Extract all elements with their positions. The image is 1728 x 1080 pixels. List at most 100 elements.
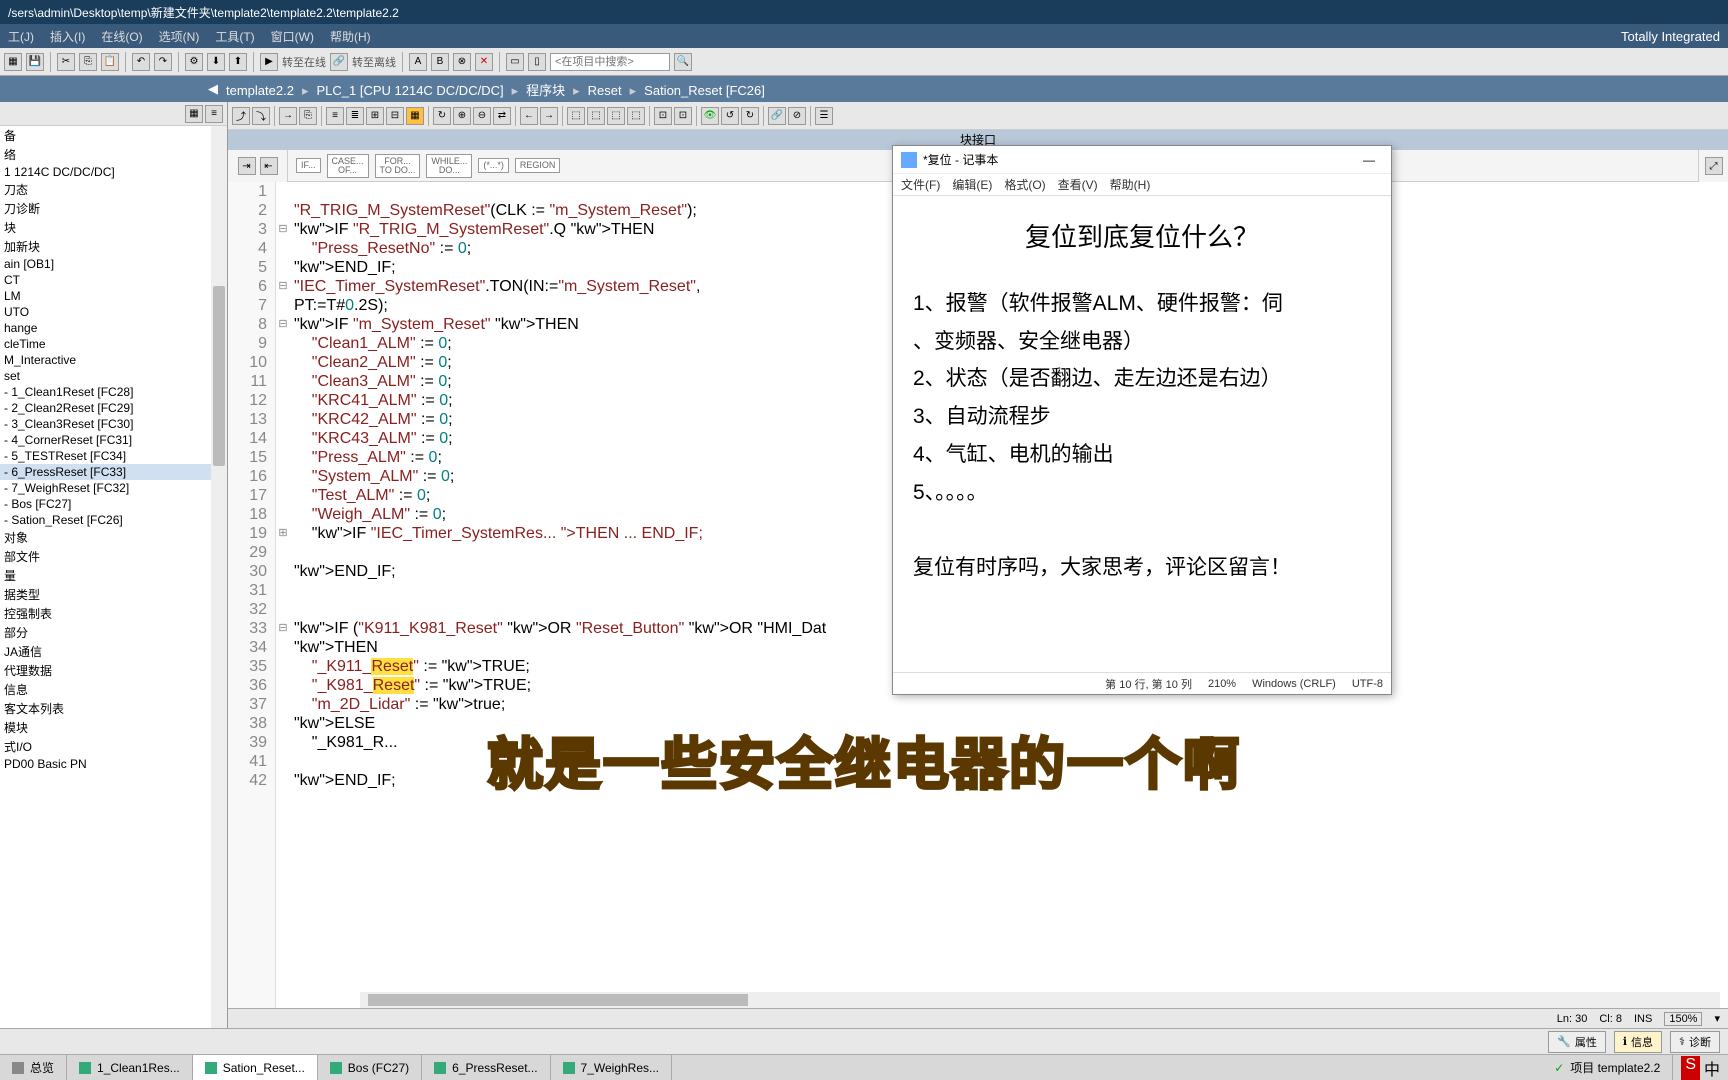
ed-icon[interactable]: ⬚ <box>627 107 645 125</box>
ed-icon[interactable]: ↻ <box>433 107 451 125</box>
menu-item[interactable]: 插入(I) <box>50 28 85 45</box>
tree-item[interactable]: hange <box>0 320 227 336</box>
save-icon[interactable]: 💾 <box>26 53 44 71</box>
scroll-thumb[interactable] <box>368 994 748 1006</box>
bottom-tab[interactable]: 6_PressReset... <box>422 1055 550 1080</box>
goto-offline-button[interactable]: 转至离线 <box>352 54 396 70</box>
redo-icon[interactable]: ↷ <box>154 53 172 71</box>
tree-item[interactable]: 控强制表 <box>0 604 227 623</box>
tree-item[interactable]: set <box>0 368 227 384</box>
split-h-icon[interactable]: ▭ <box>506 53 524 71</box>
ime-lang[interactable]: 中 <box>1704 1056 1720 1080</box>
tree-list-icon[interactable]: ≡ <box>205 105 223 123</box>
outdent-icon[interactable]: ⇤ <box>260 157 278 175</box>
fold-column[interactable]: ⊟⊟⊟⊞⊟ <box>276 182 290 1028</box>
notepad-menu-item[interactable]: 编辑(E) <box>952 176 992 193</box>
keyword-snippet[interactable]: REGION <box>515 158 561 173</box>
ed-icon[interactable]: ⬚ <box>567 107 585 125</box>
tree-item[interactable]: cleTime <box>0 336 227 352</box>
scroll-thumb[interactable] <box>213 286 225 466</box>
ed-icon[interactable]: ⊘ <box>788 107 806 125</box>
tool-d-icon[interactable]: ✕ <box>475 53 493 71</box>
tool-a-icon[interactable]: A <box>409 53 427 71</box>
sim-icon[interactable]: ▶ <box>260 53 278 71</box>
bottom-tab[interactable]: 7_WeighRes... <box>551 1055 673 1080</box>
goto-online-button[interactable]: 转至在线 <box>282 54 326 70</box>
tree-item[interactable]: - 6_PressReset [FC33] <box>0 464 227 480</box>
tree-item[interactable]: 络 <box>0 145 227 164</box>
tree-item[interactable]: 1 1214C DC/DC/DC] <box>0 164 227 180</box>
ed-icon[interactable]: ⊖ <box>473 107 491 125</box>
diagnostics-button[interactable]: ⚕ 诊断 <box>1670 1031 1720 1053</box>
tree-item[interactable]: 客文本列表 <box>0 699 227 718</box>
breadcrumb-item[interactable]: PLC_1 [CPU 1214C DC/DC/DC] <box>316 83 503 98</box>
menu-item[interactable]: 工具(T) <box>215 28 254 45</box>
tree-item[interactable]: - 5_TESTReset [FC34] <box>0 448 227 464</box>
horizontal-scrollbar[interactable] <box>360 992 1720 1008</box>
info-button[interactable]: ℹ 信息 <box>1614 1031 1662 1053</box>
undo-icon[interactable]: ↶ <box>132 53 150 71</box>
ed-icon[interactable]: → <box>279 107 297 125</box>
cut-icon[interactable]: ✂ <box>57 53 75 71</box>
keyword-snippet[interactable]: WHILE...DO... <box>426 154 472 178</box>
bottom-tab[interactable]: 1_Clean1Res... <box>67 1055 193 1080</box>
tree-item[interactable]: - 3_Clean3Reset [FC30] <box>0 416 227 432</box>
tree-item[interactable]: 对象 <box>0 528 227 547</box>
bottom-tab[interactable]: Bos (FC27) <box>318 1055 422 1080</box>
tree-item[interactable]: JA通信 <box>0 642 227 661</box>
online-icon[interactable]: 🔗 <box>330 53 348 71</box>
notepad-body[interactable]: 复位到底复位什么？ 1、报警（软件报警ALM、硬件报警：伺、变频器、安全继电器）… <box>893 196 1391 672</box>
project-tab[interactable]: ✓ 项目 template2.2 <box>1542 1055 1673 1080</box>
tree-item[interactable]: - Sation_Reset [FC26] <box>0 512 227 528</box>
ed-icon[interactable]: ⤵ <box>252 107 270 125</box>
ed-icon[interactable]: ⎘ <box>299 107 317 125</box>
tree-item[interactable]: 模块 <box>0 718 227 737</box>
tree-item[interactable]: 信息 <box>0 680 227 699</box>
copy-icon[interactable]: ⎘ <box>79 53 97 71</box>
tree-view-icon[interactable]: ▦ <box>185 105 203 123</box>
bottom-tab[interactable]: Sation_Reset... <box>193 1055 318 1080</box>
menu-item[interactable]: 在线(O) <box>101 28 142 45</box>
notepad-menu-item[interactable]: 文件(F) <box>901 176 940 193</box>
notepad-titlebar[interactable]: *复位 - 记事本 — <box>893 146 1391 174</box>
monitor-icon[interactable]: 👁 <box>701 107 719 125</box>
ed-icon[interactable]: ⊞ <box>366 107 384 125</box>
properties-button[interactable]: 🔧 属性 <box>1548 1031 1606 1053</box>
keyword-snippet[interactable]: IF... <box>296 158 321 173</box>
scrollbar[interactable] <box>211 126 227 1028</box>
ed-icon[interactable]: 🔗 <box>768 107 786 125</box>
compile-icon[interactable]: ⚙ <box>185 53 203 71</box>
keyword-snippet[interactable]: FOR...TO DO... <box>375 154 421 178</box>
split-v-icon[interactable]: ▯ <box>528 53 546 71</box>
minimize-icon[interactable]: — <box>1355 153 1383 167</box>
tree-item[interactable]: - 2_Clean2Reset [FC29] <box>0 400 227 416</box>
tool-icon[interactable]: ▦ <box>4 53 22 71</box>
menu-item[interactable]: 选项(N) <box>159 28 200 45</box>
nav-back-icon[interactable]: ◀ <box>208 81 218 97</box>
tree-item[interactable]: 加新块 <box>0 237 227 256</box>
project-tree[interactable]: 备络1 1214C DC/DC/DC]刀态刀诊断块加新块ain [OB1]CTL… <box>0 126 227 1028</box>
search-icon[interactable]: 🔍 <box>674 53 692 71</box>
ime-icon[interactable]: S <box>1681 1056 1700 1080</box>
ed-icon[interactable]: ⊕ <box>453 107 471 125</box>
ed-icon[interactable]: ▦ <box>406 107 424 125</box>
tree-item[interactable]: 部分 <box>0 623 227 642</box>
ed-icon[interactable]: ≣ <box>346 107 364 125</box>
tree-item[interactable]: 代理数据 <box>0 661 227 680</box>
tree-item[interactable]: 据类型 <box>0 585 227 604</box>
tree-item[interactable]: 式I/O <box>0 737 227 756</box>
breadcrumb-item[interactable]: Reset <box>588 83 622 98</box>
tree-item[interactable]: - Bos [FC27] <box>0 496 227 512</box>
tree-item[interactable]: - 7_WeighReset [FC32] <box>0 480 227 496</box>
expand-icon[interactable]: ⤢ <box>1705 157 1723 175</box>
ed-icon[interactable]: ← <box>520 107 538 125</box>
ed-icon[interactable]: ≡ <box>326 107 344 125</box>
tree-item[interactable]: M_Interactive <box>0 352 227 368</box>
tree-item[interactable]: 刀态 <box>0 180 227 199</box>
ed-icon[interactable]: ⊟ <box>386 107 404 125</box>
project-search-input[interactable] <box>550 53 670 71</box>
tree-item[interactable]: ain [OB1] <box>0 256 227 272</box>
tree-item[interactable]: 部文件 <box>0 547 227 566</box>
tree-item[interactable]: 刀诊断 <box>0 199 227 218</box>
tree-item[interactable]: CT <box>0 272 227 288</box>
